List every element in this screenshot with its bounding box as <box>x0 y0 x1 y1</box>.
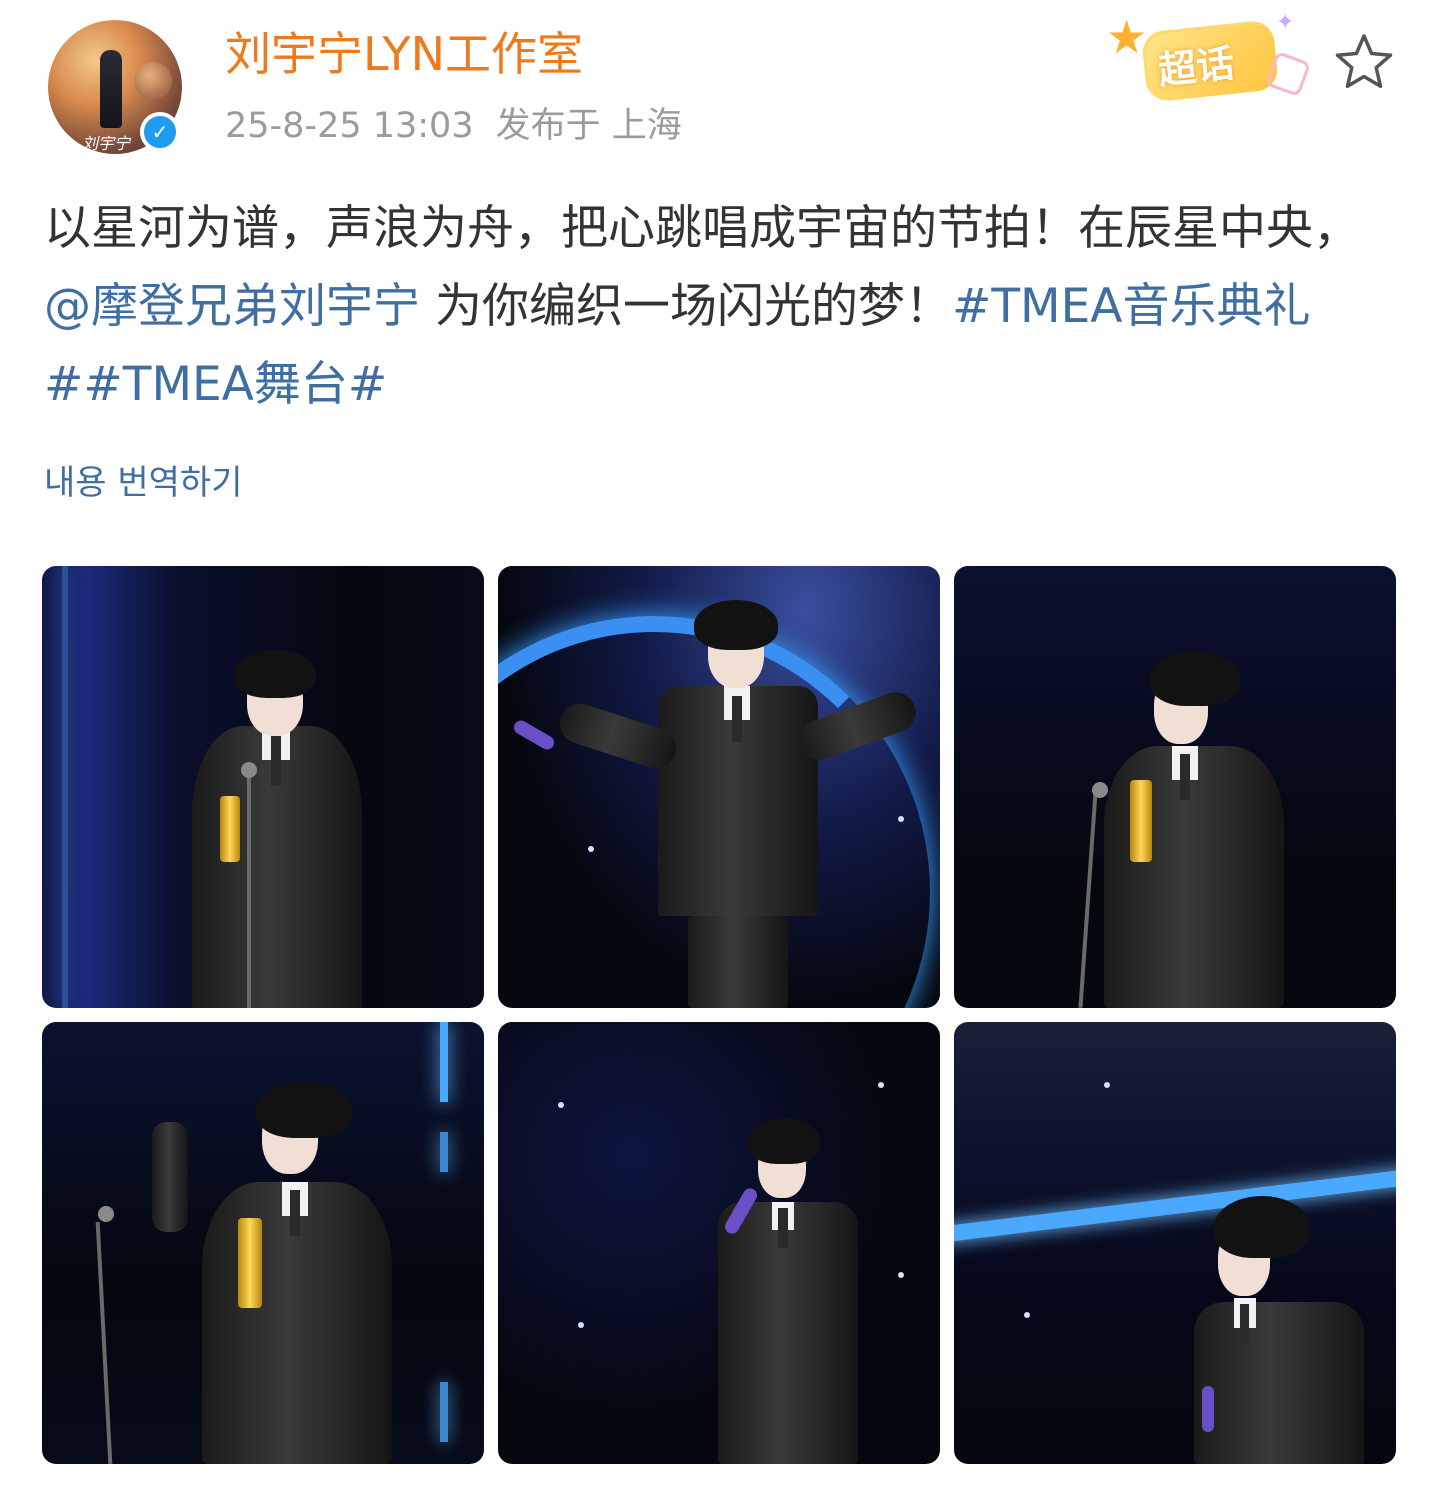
post-timestamp: 25-8-25 13:03 <box>225 106 474 146</box>
supertopic-star-icon: ★ <box>1106 10 1148 64</box>
mic-head <box>241 762 257 778</box>
supertopic-label: 超话 <box>1156 41 1237 93</box>
post-meta: 25-8-25 13:03 发布于 上海 <box>225 104 682 148</box>
trophy <box>1130 780 1152 862</box>
stage-light-band <box>954 1168 1396 1244</box>
post-photo-1[interactable] <box>42 566 484 1008</box>
stage-light <box>440 1022 448 1102</box>
sparkle-icon: ✦ <box>1276 10 1295 35</box>
avatar-planet-graphic <box>134 62 172 100</box>
mic-stand <box>247 771 251 1008</box>
mic-head <box>1092 782 1108 798</box>
post-photo-4[interactable] <box>42 1022 484 1464</box>
post-text-part1: 以星河为谱，声浪为舟，把心跳唱成宇宙的节拍！在辰星中央， <box>44 201 1360 256</box>
star-outline-icon[interactable] <box>1334 32 1394 92</box>
mic-head <box>98 1206 114 1222</box>
trophy <box>238 1218 262 1308</box>
post-location: 发布于 上海 <box>495 106 682 146</box>
mention-link[interactable]: @摩登兄弟刘宇宁 <box>44 279 420 334</box>
verified-check-icon: ✓ <box>140 112 180 152</box>
avatar-signature: 刘宇宁 <box>82 134 131 153</box>
post-photo-5[interactable] <box>498 1022 940 1464</box>
avatar-figure-graphic <box>100 50 122 128</box>
mic-stand <box>95 1222 113 1464</box>
trophy <box>220 796 240 862</box>
microphone <box>1202 1386 1214 1432</box>
translate-content-link[interactable]: 내용 번역하기 <box>44 458 243 508</box>
post-text-part2: 为你编织一场闪光的梦！ <box>420 279 952 334</box>
post-body-text: 以星河为谱，声浪为舟，把心跳唱成宇宙的节拍！在辰星中央， @摩登兄弟刘宇宁 为你编… <box>44 190 1396 424</box>
hashtag-link-tmea-stage[interactable]: #TMEA舞台# <box>83 357 387 412</box>
post-photo-3[interactable] <box>954 566 1396 1008</box>
post-photo-2[interactable] <box>498 566 940 1008</box>
stage-light <box>62 566 68 1008</box>
stage-light <box>440 1382 448 1442</box>
supertopic-button[interactable]: ★ 超话 ✦ <box>1102 10 1318 106</box>
author-name[interactable]: 刘宇宁LYN工作室 <box>225 26 583 82</box>
stage-light <box>440 1132 448 1172</box>
mic-stand <box>1078 791 1098 1008</box>
post-photo-6[interactable] <box>954 1022 1396 1464</box>
